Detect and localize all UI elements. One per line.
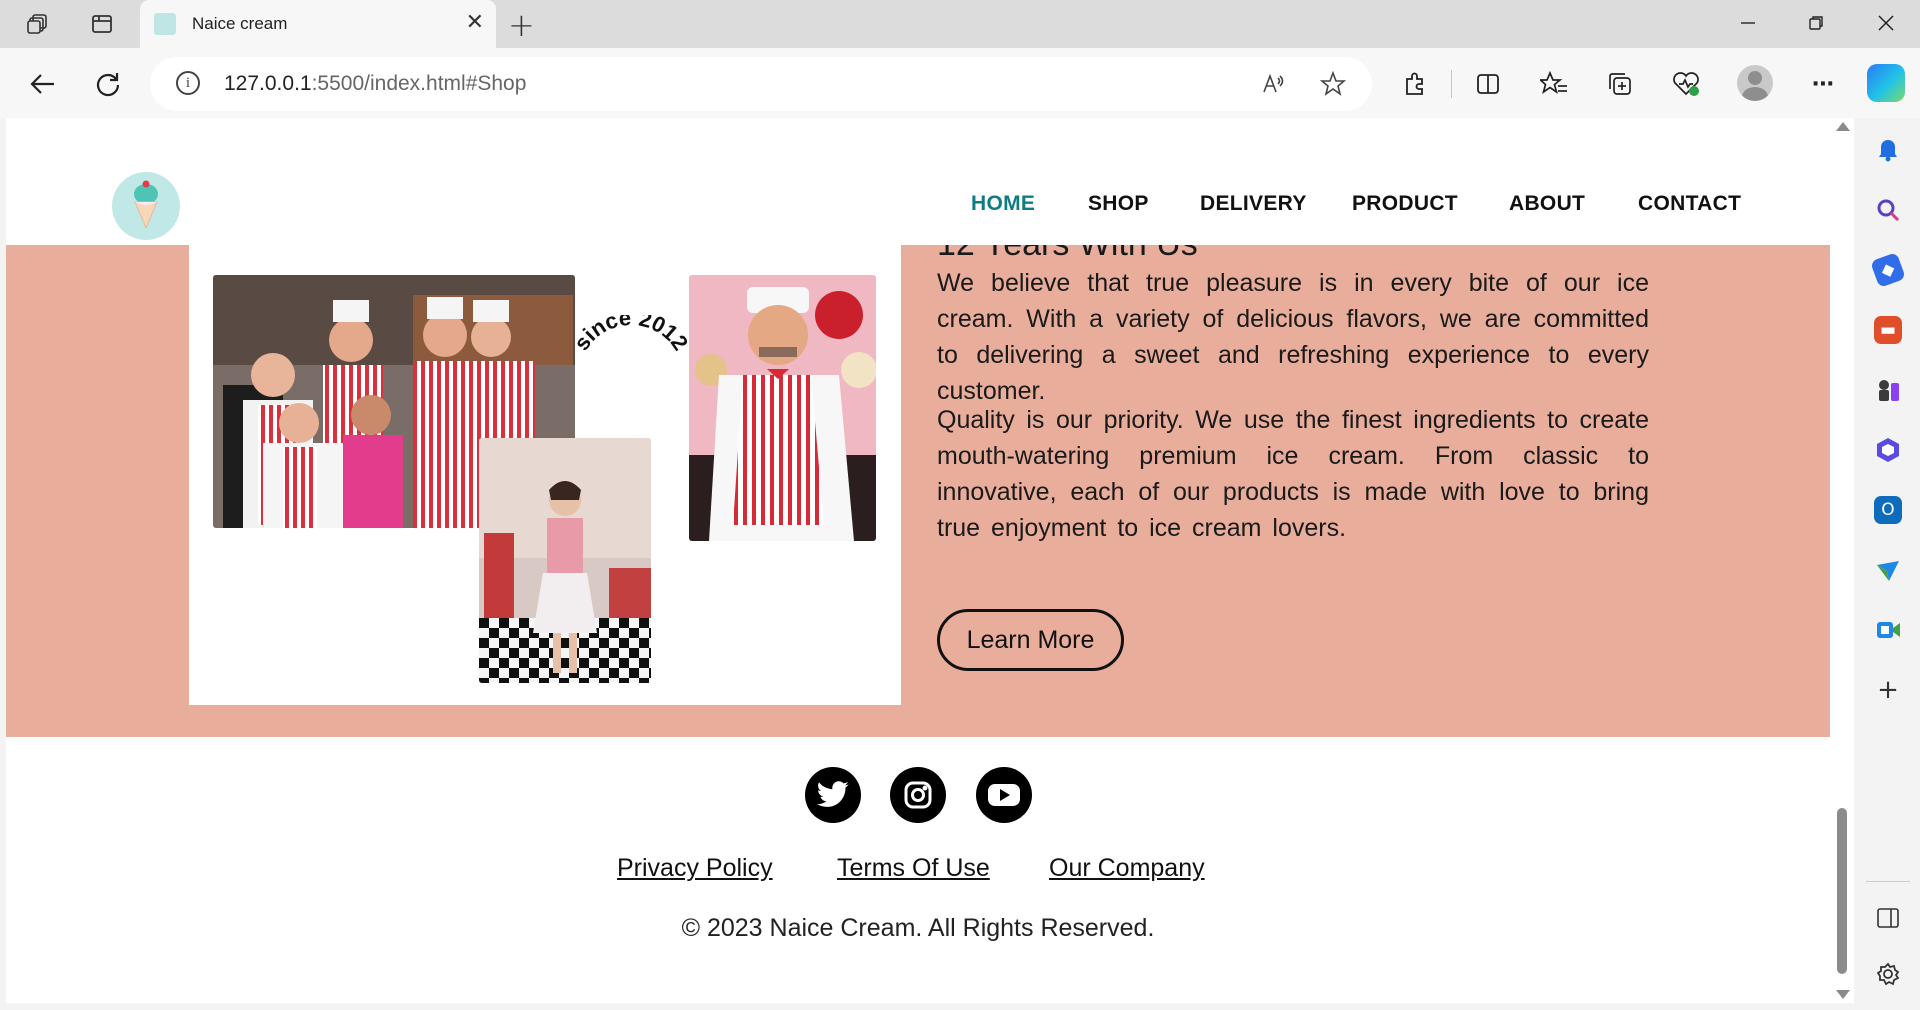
terms-of-use-link[interactable]: Terms Of Use <box>837 854 990 883</box>
site-header: HOME SHOP DELIVERY PRODUCT ABOUT CONTACT <box>6 118 1830 245</box>
favorite-star-icon[interactable] <box>1320 71 1346 97</box>
add-sidebar-app-icon[interactable]: + <box>1874 675 1902 705</box>
tab-close-icon[interactable]: ✕ <box>466 10 484 35</box>
tab-title: Naice cream <box>192 14 288 33</box>
site-info-icon[interactable]: i <box>176 71 200 95</box>
address-url[interactable]: 127.0.0.1:5500/index.html#Shop <box>224 72 526 96</box>
toolbar-divider <box>1451 70 1452 98</box>
privacy-policy-link[interactable]: Privacy Policy <box>617 854 773 883</box>
split-screen-icon[interactable] <box>1468 64 1508 104</box>
about-paragraph-2: Quality is our priority. We use the fine… <box>937 406 1649 542</box>
search-icon[interactable] <box>1874 196 1902 224</box>
url-path: :5500/index.html#Shop <box>311 72 527 95</box>
page-viewport: 12 Years With Us <box>6 118 1830 1003</box>
nav-about[interactable]: ABOUT <box>1509 192 1585 216</box>
soda-jerk-photo <box>689 275 876 541</box>
tools-briefcase-icon[interactable]: ▬ <box>1874 316 1902 344</box>
collections-icon[interactable] <box>1600 64 1640 104</box>
site-logo[interactable] <box>112 172 180 240</box>
photo-collage: since 2012 <box>189 245 901 705</box>
microsoft-365-icon[interactable] <box>1874 436 1902 464</box>
outlook-icon[interactable]: O <box>1874 496 1902 524</box>
address-bar[interactable]: i 127.0.0.1:5500/index.html#Shop <box>150 57 1372 111</box>
browser-essentials-icon[interactable] <box>1666 64 1706 104</box>
back-arrow-icon[interactable] <box>22 64 62 104</box>
nav-shop[interactable]: SHOP <box>1088 192 1149 216</box>
drop-send-icon[interactable] <box>1874 556 1902 584</box>
profile-avatar[interactable] <box>1737 65 1773 101</box>
browser-tab-bar: Naice cream ✕ + <box>0 0 1920 48</box>
our-company-link[interactable]: Our Company <box>1049 854 1205 883</box>
minimize-icon[interactable] <box>1728 8 1768 38</box>
scroll-up-arrow-icon[interactable] <box>1836 122 1850 131</box>
more-options-icon[interactable]: ⋯ <box>1803 64 1843 104</box>
ice-cream-logo-icon <box>134 180 158 230</box>
copilot-icon[interactable] <box>1867 64 1905 102</box>
sidebar-divider <box>1866 881 1910 882</box>
favorites-icon[interactable] <box>1534 64 1574 104</box>
browser-tab[interactable]: Naice cream ✕ <box>140 0 496 48</box>
svg-text:since 2012: since 2012 <box>571 315 691 355</box>
read-aloud-icon[interactable] <box>1260 71 1286 97</box>
about-paragraph-1: We believe that true pleasure is in ever… <box>937 269 1649 405</box>
reload-icon[interactable] <box>88 64 128 104</box>
notifications-bell-icon[interactable] <box>1874 136 1902 164</box>
workspaces-icon[interactable] <box>24 10 52 38</box>
close-window-icon[interactable] <box>1866 8 1906 38</box>
tab-actions-icon[interactable] <box>88 10 116 38</box>
nav-home[interactable]: HOME <box>971 192 1035 216</box>
since-2012-text: since 2012 <box>571 315 691 355</box>
youtube-icon[interactable] <box>976 767 1032 823</box>
learn-more-button[interactable]: Learn More <box>937 609 1124 671</box>
browser-sidebar: ◆ ▬ O + <box>1856 118 1920 1010</box>
meet-video-icon[interactable] <box>1874 616 1902 644</box>
url-host: 127.0.0.1 <box>224 72 312 95</box>
since-2012-stamp: since 2012 <box>571 315 691 355</box>
nav-product[interactable]: PRODUCT <box>1352 192 1458 216</box>
restore-icon[interactable] <box>1796 8 1836 38</box>
browser-toolbar: i 127.0.0.1:5500/index.html#Shop ⋯ <box>0 48 1920 118</box>
hide-sidebar-icon[interactable] <box>1874 904 1902 932</box>
nav-delivery[interactable]: DELIVERY <box>1200 192 1307 216</box>
games-chess-icon[interactable] <box>1874 376 1902 404</box>
shopping-tag-icon[interactable]: ◆ <box>1870 252 1906 288</box>
diner-girl-photo <box>479 438 651 683</box>
twitter-icon[interactable] <box>805 767 861 823</box>
copyright-text: © 2023 Naice Cream. All Rights Reserved. <box>681 914 1155 942</box>
settings-gear-icon[interactable] <box>1874 960 1902 988</box>
instagram-icon[interactable] <box>890 767 946 823</box>
nav-contact[interactable]: CONTACT <box>1638 192 1741 216</box>
extensions-icon[interactable] <box>1395 64 1435 104</box>
about-section: 12 Years With Us <box>6 225 1830 737</box>
scrollbar-thumb[interactable] <box>1837 808 1847 974</box>
page-scrollbar[interactable] <box>1830 118 1854 1003</box>
new-tab-icon[interactable]: + <box>508 6 535 44</box>
tab-favicon-icon <box>154 13 176 35</box>
scroll-down-arrow-icon[interactable] <box>1836 990 1850 999</box>
